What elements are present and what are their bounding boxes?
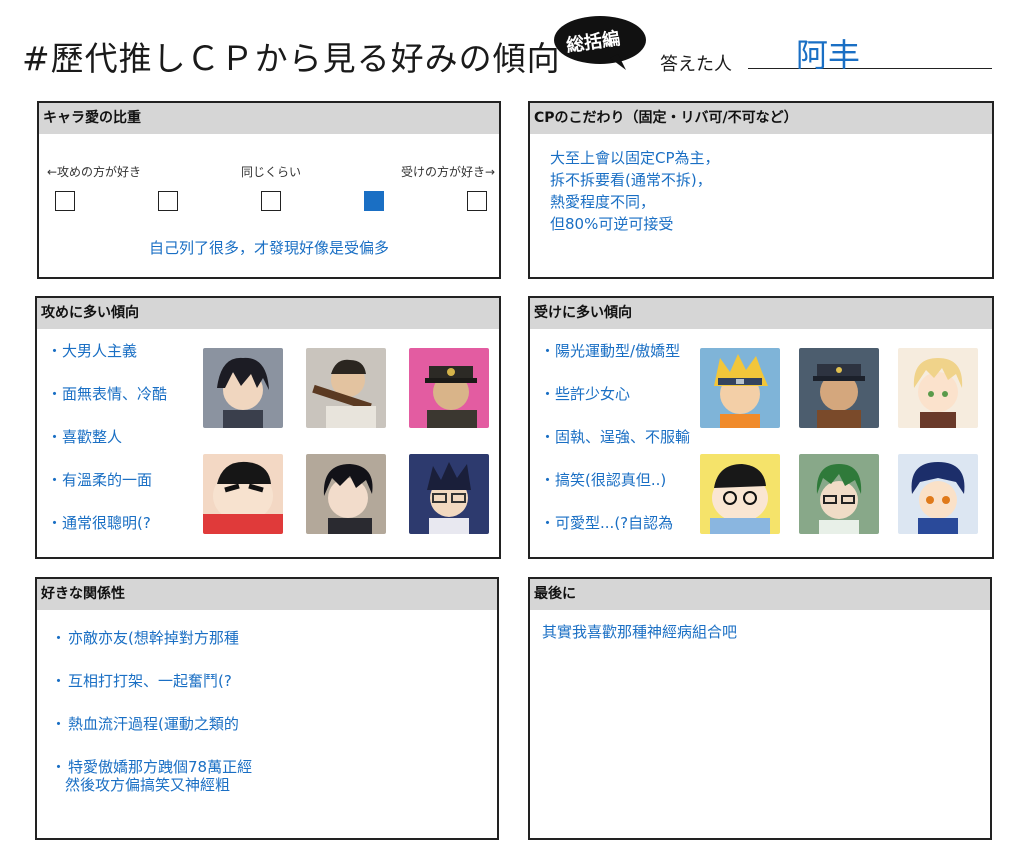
seme-trait: 大男人主義: [47, 340, 137, 361]
seme-trait: 喜歡整人: [47, 426, 122, 447]
answerer-underline: [748, 68, 992, 69]
love-weight-panel: キャラ愛の比重 ←攻めの方が好き 同じくらい 受けの方が好き→ 自己列了很多，才…: [37, 101, 501, 279]
uke-trait: 些許少女心: [540, 383, 630, 404]
uke-trait: 固執、逞強、不服輸: [540, 426, 690, 447]
uke-panel: 受けに多い傾向 陽光運動型/傲嬌型 些許少女心 固執、逞強、不服輸 搞笑(很認真…: [528, 296, 994, 559]
uke-trait: 陽光運動型/傲嬌型: [540, 340, 680, 361]
scale-mid-label: 同じくらい: [241, 165, 302, 179]
seme-trait: 有溫柔的一面: [47, 469, 152, 490]
soldier-cap-portrait: [799, 348, 879, 428]
uke-trait: 可愛型...(?自認為: [540, 512, 673, 533]
cp-line: 拆不拆要看(通常不拆)，: [550, 171, 712, 189]
crayon-friend-portrait: [700, 454, 780, 534]
answerer-name: 阿丰: [796, 36, 861, 74]
blond-ninja-portrait: [700, 348, 780, 428]
uke-trait: 搞笑(很認真但..): [540, 469, 666, 490]
seme-panel: 攻めに多い傾向 大男人主義 面無表情、冷酷 喜歡整人 有溫柔的一面 通常很聰明(…: [35, 296, 501, 559]
answerer-label: 答えた人: [660, 54, 732, 75]
last-panel: 最後に 其實我喜歡那種神經病組合吧: [528, 577, 992, 840]
soldier-with-rifle-portrait: [306, 348, 386, 428]
seme-trait: 面無表情、冷酷: [47, 383, 167, 404]
cp-line: 但80%可逆可接受: [550, 215, 674, 233]
black-hair-man-portrait: [306, 454, 386, 534]
love-weight-title: キャラ愛の比重: [39, 103, 499, 134]
scale-checkbox-1[interactable]: [55, 191, 75, 211]
uke-title: 受けに多い傾向: [530, 298, 992, 329]
scale-checkbox-2[interactable]: [158, 191, 178, 211]
green-hair-glasses-portrait: [799, 454, 879, 534]
scale-checkbox-4[interactable]: [364, 191, 384, 211]
cp-preference-panel: CPのこだわり（固定・リバ可/不可など） 大至上會以固定CP為主， 拆不拆要看(…: [528, 101, 994, 279]
glasses-boy-portrait: [409, 454, 489, 534]
scale-left-label: ←攻めの方が好き: [47, 165, 142, 179]
scale-checkbox-5[interactable]: [467, 191, 487, 211]
seme-trait: 通常很聰明(?: [47, 512, 151, 533]
scale-right-label: 受けの方が好き→: [401, 165, 496, 179]
scale-checkbox-3[interactable]: [261, 191, 281, 211]
capped-man-portrait: [409, 348, 489, 428]
relationship-item: ・互相打打架、一起奮鬥(?: [51, 672, 232, 690]
relationship-panel: 好きな関係性 ・亦敵亦友(想幹掉對方那種 ・互相打打架、一起奮鬥(? ・熱血流汗…: [35, 577, 499, 840]
blond-boy-portrait: [898, 348, 978, 428]
relationship-item: ・亦敵亦友(想幹掉對方那種: [51, 629, 239, 647]
cp-line: 大至上會以固定CP為主，: [550, 149, 720, 167]
seme-title: 攻めに多い傾向: [37, 298, 499, 329]
scale-comment: 自己列了很多，才發現好像是受偏多: [148, 239, 389, 257]
last-comment: 其實我喜歡那種神經病組合吧: [542, 623, 738, 641]
relationship-item: ・熱血流汗過程(運動之類的: [51, 715, 239, 733]
last-title: 最後に: [530, 579, 990, 610]
cp-line: 熱愛程度不同，: [550, 193, 656, 211]
page-title: #歷代推しＣＰから見る好みの傾向: [22, 39, 561, 78]
relationship-title: 好きな関係性: [37, 579, 497, 610]
relationship-item-continued: 然後攻方偏搞笑又神經粗: [65, 776, 231, 794]
cp-preference-title: CPのこだわり（固定・リバ可/不可など）: [530, 103, 992, 134]
masked-boy-portrait: [898, 454, 978, 534]
dark-hair-ninja-portrait: [203, 348, 283, 428]
crayon-boy-portrait: [203, 454, 283, 534]
